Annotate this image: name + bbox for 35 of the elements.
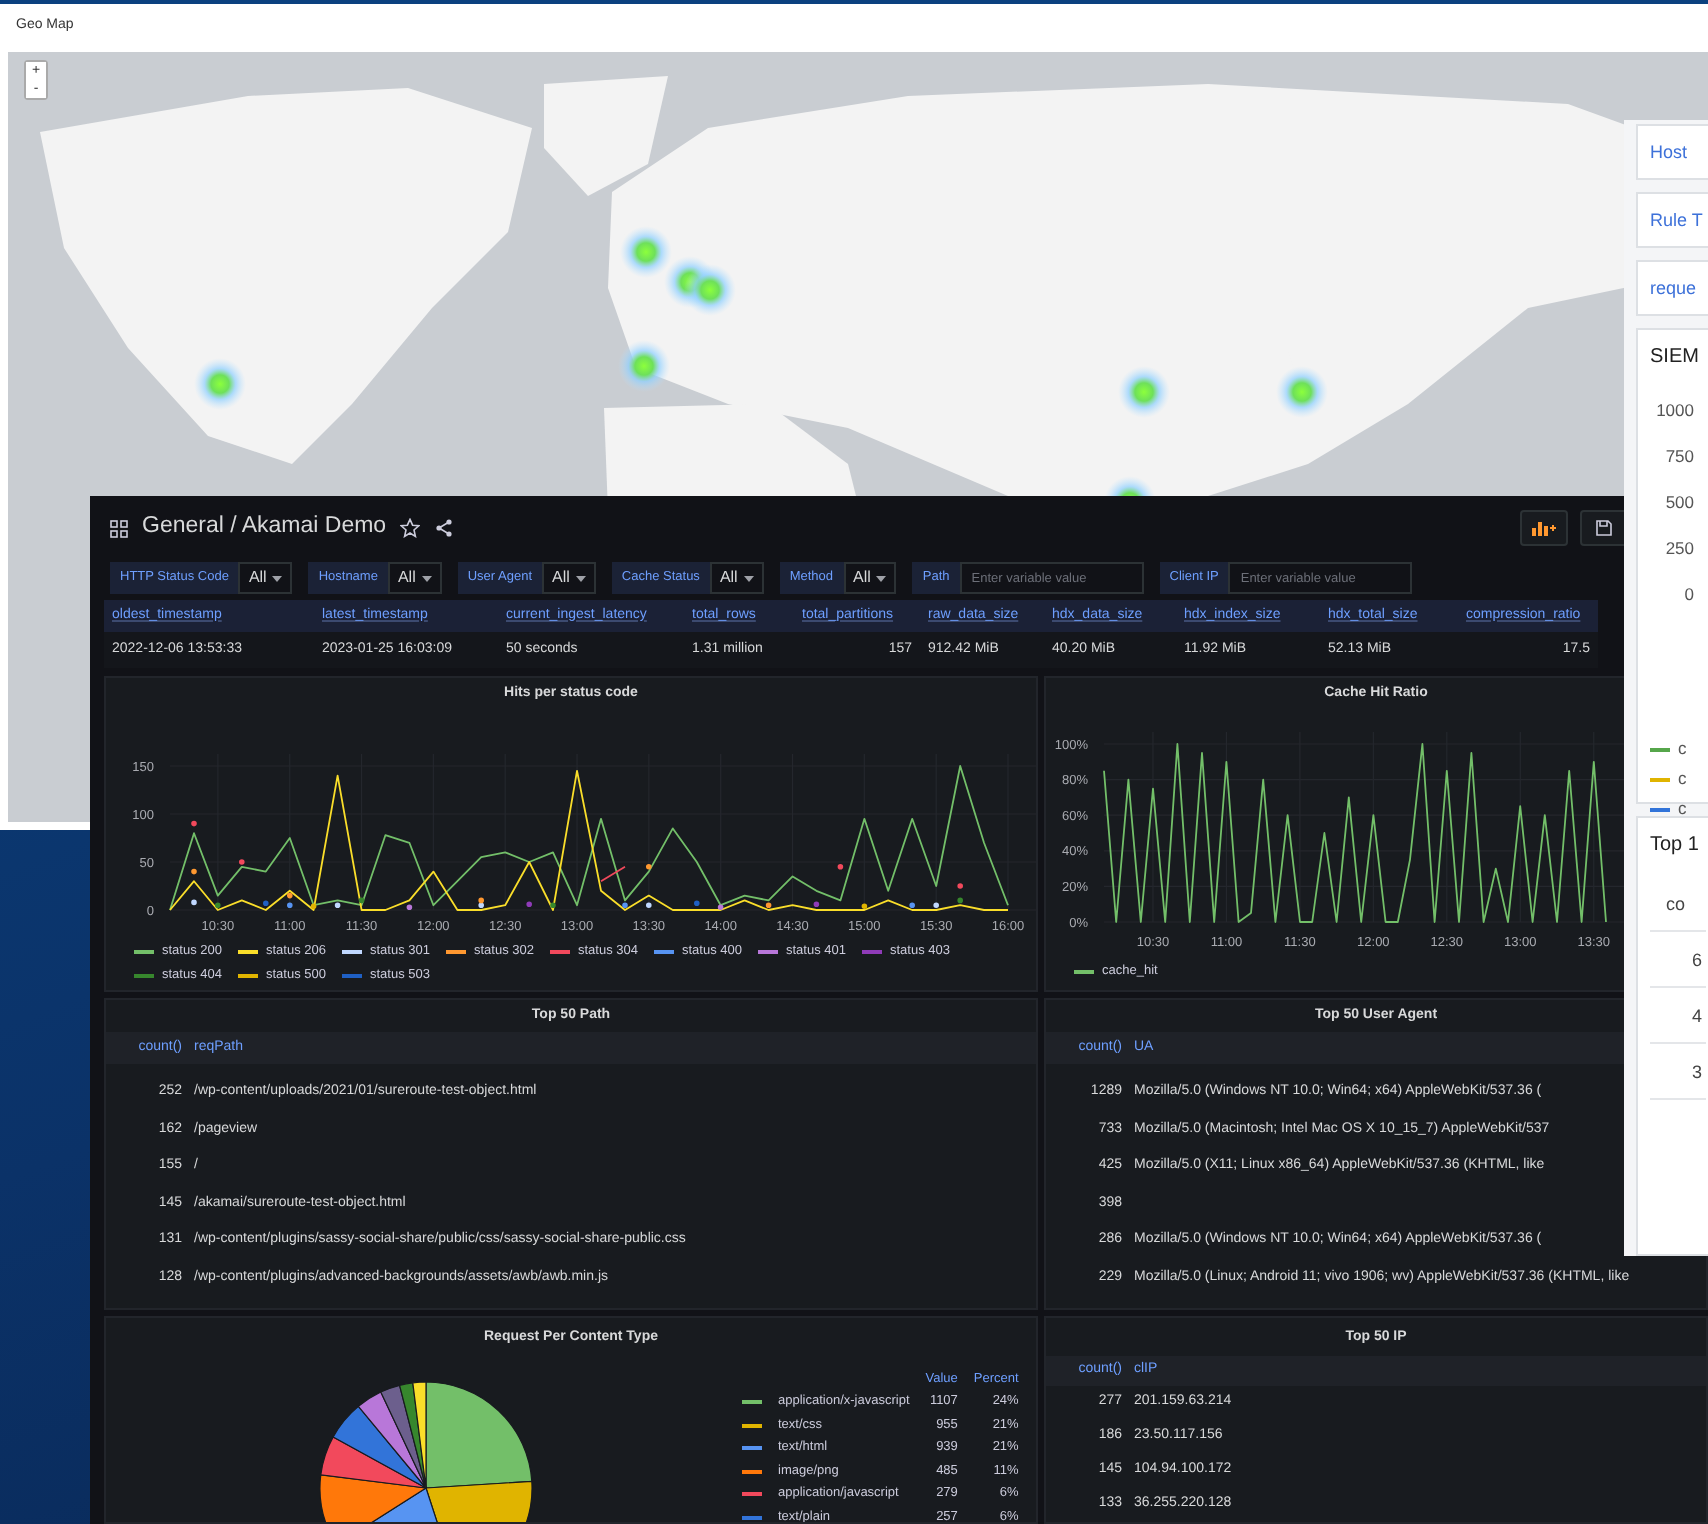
panel-title: SIEM xyxy=(1650,344,1701,372)
column-header: co xyxy=(1650,876,1706,932)
axis-label: 1000 xyxy=(1654,398,1694,424)
add-panel-button[interactable] xyxy=(1520,510,1568,546)
caret-icon xyxy=(421,575,432,581)
filter-field[interactable]: Host xyxy=(1636,124,1708,180)
variable-dropdown[interactable]: All xyxy=(387,562,442,594)
caret-icon xyxy=(743,575,754,581)
grid-icon xyxy=(110,519,128,537)
share-icon[interactable] xyxy=(434,518,455,538)
variable-dropdown[interactable]: All xyxy=(238,562,293,594)
bar-chart-icon xyxy=(1532,520,1556,536)
filter-field[interactable]: reque xyxy=(1636,260,1708,316)
axis-label: 250 xyxy=(1663,536,1694,562)
caret-icon xyxy=(876,575,887,581)
save-button[interactable] xyxy=(1580,510,1628,546)
variable-dropdown[interactable]: All xyxy=(843,562,897,594)
save-icon xyxy=(1596,520,1612,536)
star-icon[interactable] xyxy=(400,518,421,538)
axis-label: 750 xyxy=(1663,444,1694,470)
filter-field[interactable]: Rule T xyxy=(1636,192,1708,248)
legend-label: c xyxy=(1678,796,1687,822)
panel-title: Top 1 xyxy=(1650,832,1701,860)
dashboard-title[interactable]: General / Akamai Demo xyxy=(142,510,387,546)
legend-label: c xyxy=(1678,736,1687,762)
legend-label: c xyxy=(1678,766,1687,792)
axis-label: 0 xyxy=(1682,582,1694,608)
variable-dropdown[interactable]: All xyxy=(709,562,764,594)
table-cell: 4 xyxy=(1650,988,1706,1044)
caret-icon xyxy=(575,575,586,581)
caret-icon xyxy=(272,575,283,581)
table-cell: 3 xyxy=(1650,1044,1706,1100)
table-cell: 6 xyxy=(1650,932,1706,988)
axis-label: 500 xyxy=(1663,490,1694,516)
variable-dropdown[interactable]: All xyxy=(542,562,596,594)
